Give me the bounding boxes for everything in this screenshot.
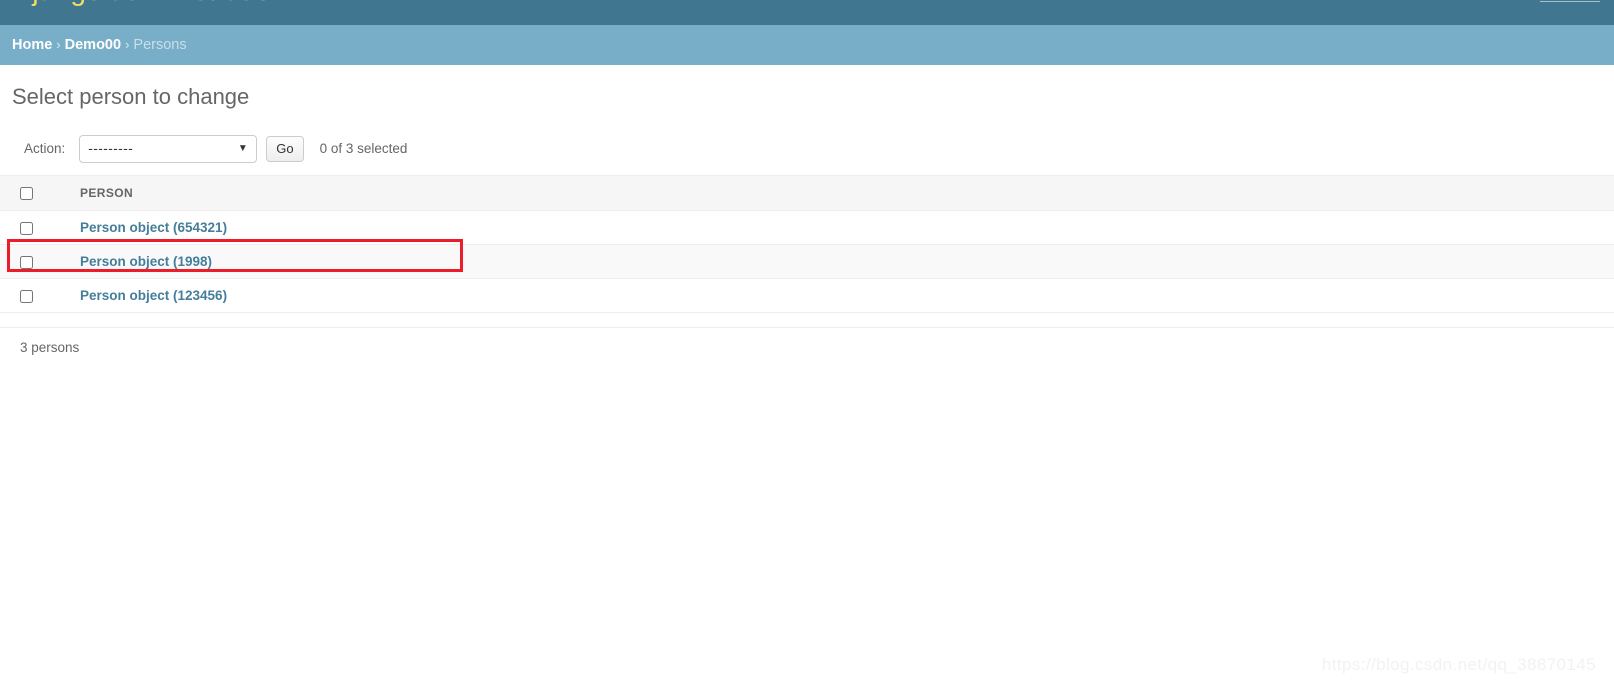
view-site-link[interactable]: VIEW SITE [1539,0,1600,2]
breadcrumb-app-demo00[interactable]: Demo00 [65,37,121,53]
select-all-column [0,175,52,211]
selection-counter: 0 of 3 selected [319,141,408,156]
site-title: Django administration [12,0,287,5]
paginator: 3 persons [0,326,1614,365]
row-checkbox[interactable] [20,222,33,236]
person-link[interactable]: Person object (1998) [80,254,212,269]
page-title: Select person to change [12,84,250,109]
row-person-cell: Person object (123456) [52,278,1614,314]
results-table-body: Person object (654321) Person object (19… [0,210,1614,314]
row-checkbox[interactable] [20,256,33,270]
table-row[interactable]: Person object (123456) [0,278,1614,314]
row-select-cell [0,210,52,246]
breadcrumb-home[interactable]: Home [12,37,52,53]
changelist: Action: --------- ▼ Go 0 of 3 selected P… [0,133,1614,365]
table-row[interactable]: Person object (1998) [0,244,1614,280]
row-select-cell [0,278,52,314]
table-header-row: PERSON [0,175,1614,211]
main-content: Select person to change Action: --------… [0,65,1614,378]
results-table: PERSON Person object (654321) Person obj… [0,175,1614,314]
action-select-value: --------- [88,141,134,156]
admin-header: Django administration WELCOME, YMRCODE. … [0,0,1614,25]
person-link[interactable]: Person object (654321) [80,220,227,235]
user-tools: WELCOME, YMRCODE. VIEW SITE [1402,0,1600,2]
breadcrumb-separator-icon: › [125,37,130,52]
row-checkbox[interactable] [20,290,33,304]
breadcrumb: Home › Demo00 › Persons [0,25,1614,65]
column-header-person[interactable]: PERSON [52,175,1614,211]
watermark: https://blog.csdn.net/qq_38870145 [1321,655,1596,674]
go-button[interactable]: Go [266,136,304,162]
welcome-message: WELCOME, YMRCODE. [1402,0,1533,1]
row-person-cell: Person object (654321) [52,210,1614,246]
action-label: Action: [24,141,66,156]
action-select[interactable]: --------- ▼ [79,135,258,163]
results-table-head: PERSON [0,175,1614,211]
chevron-down-icon: ▼ [237,143,249,154]
table-row[interactable]: Person object (654321) [0,210,1614,246]
breadcrumb-separator-icon: › [56,37,61,52]
actions-toolbar: Action: --------- ▼ Go 0 of 3 selected [0,133,1614,175]
row-select-cell [0,244,52,280]
row-person-cell: Person object (1998) [52,244,1614,280]
select-all-checkbox[interactable] [20,187,33,201]
person-link[interactable]: Person object (123456) [80,288,227,303]
breadcrumb-current-persons: Persons [133,37,187,53]
